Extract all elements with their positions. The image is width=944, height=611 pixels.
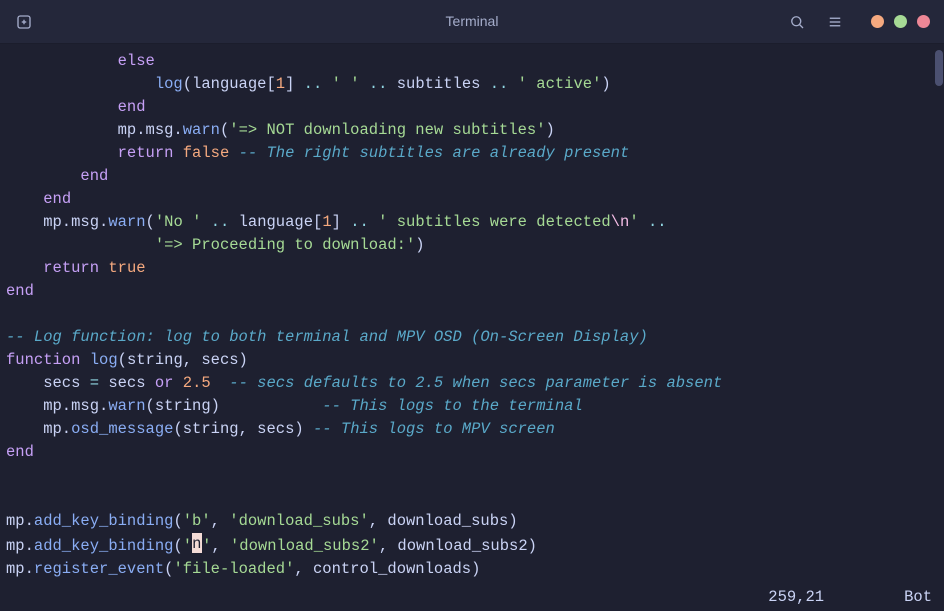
terminal-viewport[interactable]: else log(language[1] .. ' ' .. subtitles… xyxy=(0,44,944,611)
scroll-thumb[interactable] xyxy=(935,50,943,86)
scrollbar[interactable] xyxy=(933,44,944,611)
search-button[interactable] xyxy=(787,12,807,32)
window-minimize-button[interactable] xyxy=(871,15,884,28)
menu-button[interactable] xyxy=(825,12,845,32)
plus-box-icon xyxy=(15,13,33,31)
hamburger-icon xyxy=(826,13,844,31)
titlebar: Terminal xyxy=(0,0,944,44)
new-tab-button[interactable] xyxy=(14,12,34,32)
search-icon xyxy=(788,13,806,31)
window-maximize-button[interactable] xyxy=(894,15,907,28)
text-cursor xyxy=(192,533,202,553)
code-content: else log(language[1] .. ' ' .. subtitles… xyxy=(0,44,933,611)
window-close-button[interactable] xyxy=(917,15,930,28)
window-controls xyxy=(871,15,930,28)
